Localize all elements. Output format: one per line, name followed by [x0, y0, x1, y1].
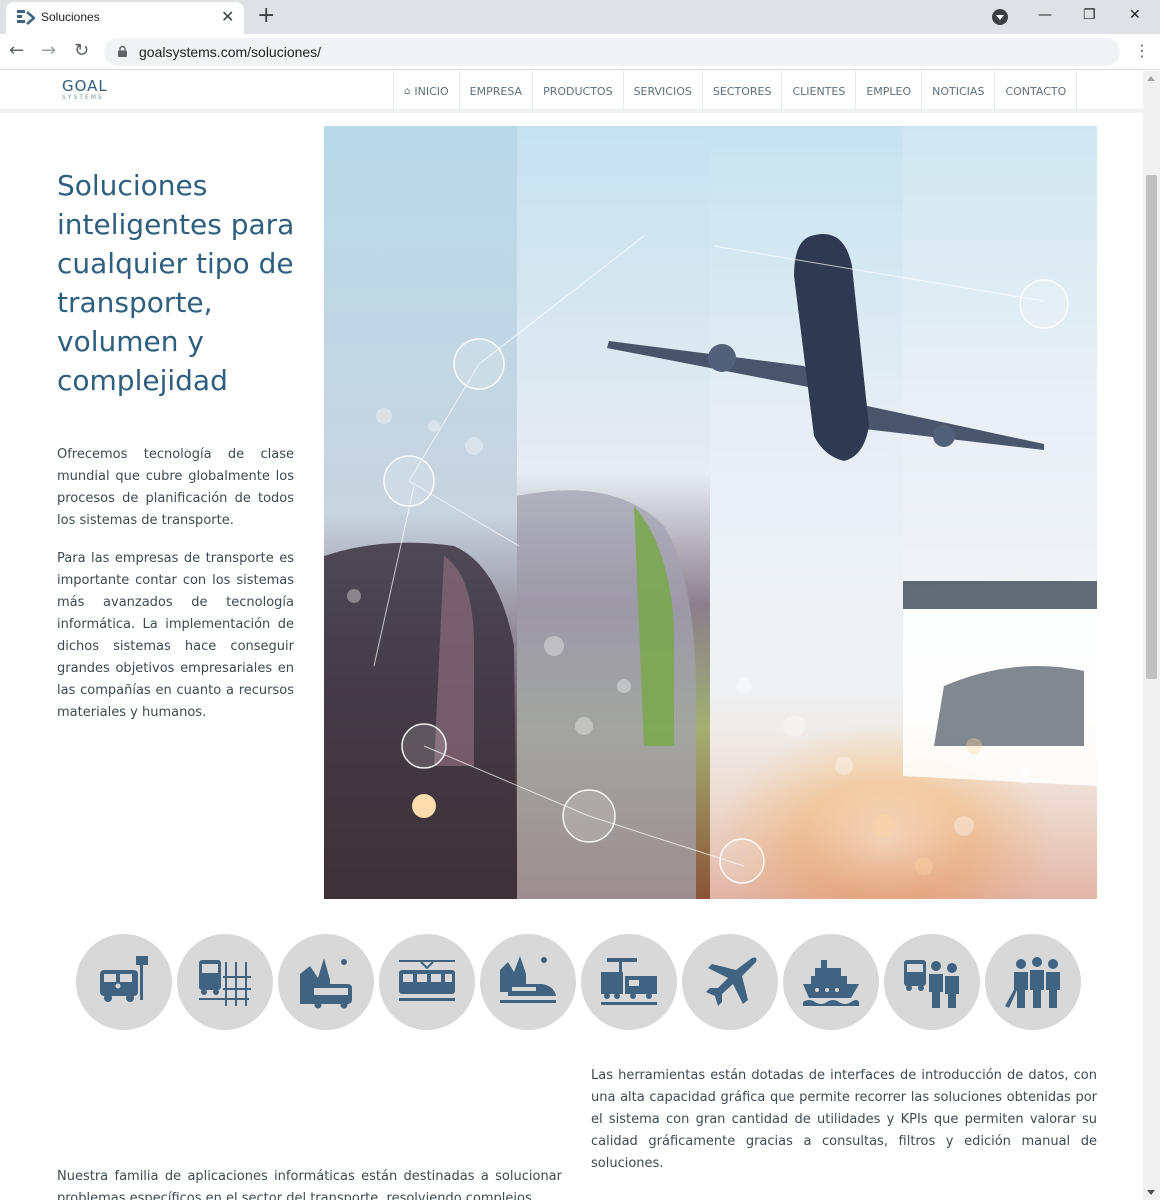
hero-description: Ofrecemos tecnología de clase mundial qu…	[57, 444, 294, 740]
hero-title: Soluciones inteligentes para cualquier t…	[57, 169, 295, 397]
crew-bus-icon	[904, 960, 959, 1008]
scroll-down-arrow-icon[interactable]	[1147, 1190, 1155, 1195]
minimize-button[interactable]: —	[1038, 4, 1052, 26]
lock-icon	[118, 46, 127, 57]
sector-tram[interactable]	[379, 934, 475, 1030]
new-tab-button[interactable]: +	[257, 4, 275, 28]
main-navigation: ⌂ INICIO EMPRESA PRODUCTOS SERVICIOS SEC…	[393, 71, 1078, 111]
hero-transport-collage-image	[324, 126, 1097, 899]
site-header: GOAL SYSTEMS ⌂ INICIO EMPRESA PRODUCTOS …	[0, 71, 1143, 113]
hero-paragraph: Para las empresas de transporte es impor…	[57, 551, 294, 720]
sector-freight-train[interactable]	[581, 934, 677, 1030]
goal-favicon-icon	[17, 10, 35, 25]
coach-icon	[300, 958, 352, 1009]
tab-close-icon[interactable]: ✕	[221, 8, 234, 26]
sector-ship[interactable]	[783, 934, 879, 1030]
airplane-icon	[706, 957, 757, 1006]
bus-schedule-icon	[199, 960, 251, 1006]
sector-crew-bus[interactable]	[884, 934, 980, 1030]
sector-staff[interactable]	[985, 934, 1081, 1030]
nav-servicios[interactable]: SERVICIOS	[624, 71, 703, 111]
scroll-up-arrow-icon[interactable]	[1147, 76, 1155, 81]
nav-contacto[interactable]: CONTACTO	[995, 71, 1078, 111]
home-icon: ⌂	[404, 85, 411, 97]
sector-high-speed-train[interactable]	[480, 934, 576, 1030]
close-window-button[interactable]: ✕	[1129, 4, 1141, 26]
browser-menu-icon[interactable]: ⋮	[1134, 42, 1150, 60]
maximize-button[interactable]: ❐	[1083, 4, 1096, 26]
high-speed-train-icon	[500, 956, 556, 1003]
reload-button[interactable]: ↻	[74, 41, 89, 61]
nav-inicio[interactable]: ⌂ INICIO	[393, 71, 460, 111]
page-viewport: GOAL SYSTEMS ⌂ INICIO EMPRESA PRODUCTOS …	[0, 71, 1143, 1200]
logo-subtitle: SYSTEMS	[62, 94, 104, 101]
sector-bus-schedule[interactable]	[177, 934, 273, 1030]
sector-bus-stop[interactable]	[76, 934, 172, 1030]
tools-description: Las herramientas están dotadas de interf…	[591, 1065, 1097, 1191]
forward-button[interactable]: →	[41, 41, 56, 61]
nav-empleo[interactable]: EMPLEO	[856, 71, 923, 111]
address-bar[interactable]: goalsystems.com/soluciones/	[104, 38, 1120, 66]
hero-paragraph: Ofrecemos tecnología de clase mundial qu…	[57, 447, 294, 528]
sector-coach[interactable]	[278, 934, 374, 1030]
browser-tab-active[interactable]: Soluciones ✕	[6, 2, 244, 34]
bus-stop-icon	[100, 956, 148, 1002]
applications-description: Nuestra familia de aplicaciones informát…	[57, 1169, 562, 1200]
tab-title: Soluciones	[41, 10, 100, 24]
freight-train-icon	[601, 958, 657, 1005]
nav-label: INICIO	[414, 84, 449, 98]
page-scrollbar[interactable]	[1143, 71, 1160, 1200]
logo-wordmark: GOAL	[62, 77, 108, 95]
ship-icon	[803, 960, 859, 1006]
nav-sectores[interactable]: SECTORES	[703, 71, 783, 111]
tram-icon	[399, 960, 455, 1001]
site-logo[interactable]: GOAL SYSTEMS	[62, 78, 108, 101]
nav-noticias[interactable]: NOTICIAS	[922, 71, 996, 111]
nav-productos[interactable]: PRODUCTOS	[533, 71, 624, 111]
staff-icon	[1005, 957, 1060, 1008]
sector-airplane[interactable]	[682, 934, 778, 1030]
sector-icons-row	[76, 934, 1081, 1030]
nav-empresa[interactable]: EMPRESA	[460, 71, 534, 111]
body-paragraph: Las herramientas están dotadas de interf…	[591, 1068, 1097, 1171]
tab-search-icon[interactable]	[992, 9, 1008, 25]
browser-toolbar: ← → ↻ goalsystems.com/soluciones/ ⋮	[0, 34, 1160, 70]
nav-clientes[interactable]: CLIENTES	[782, 71, 857, 111]
tab-strip: Soluciones ✕ + — ❐ ✕	[0, 0, 1160, 34]
back-button[interactable]: ←	[9, 41, 24, 61]
url-text: goalsystems.com/soluciones/	[139, 44, 322, 60]
scroll-thumb[interactable]	[1146, 175, 1157, 679]
